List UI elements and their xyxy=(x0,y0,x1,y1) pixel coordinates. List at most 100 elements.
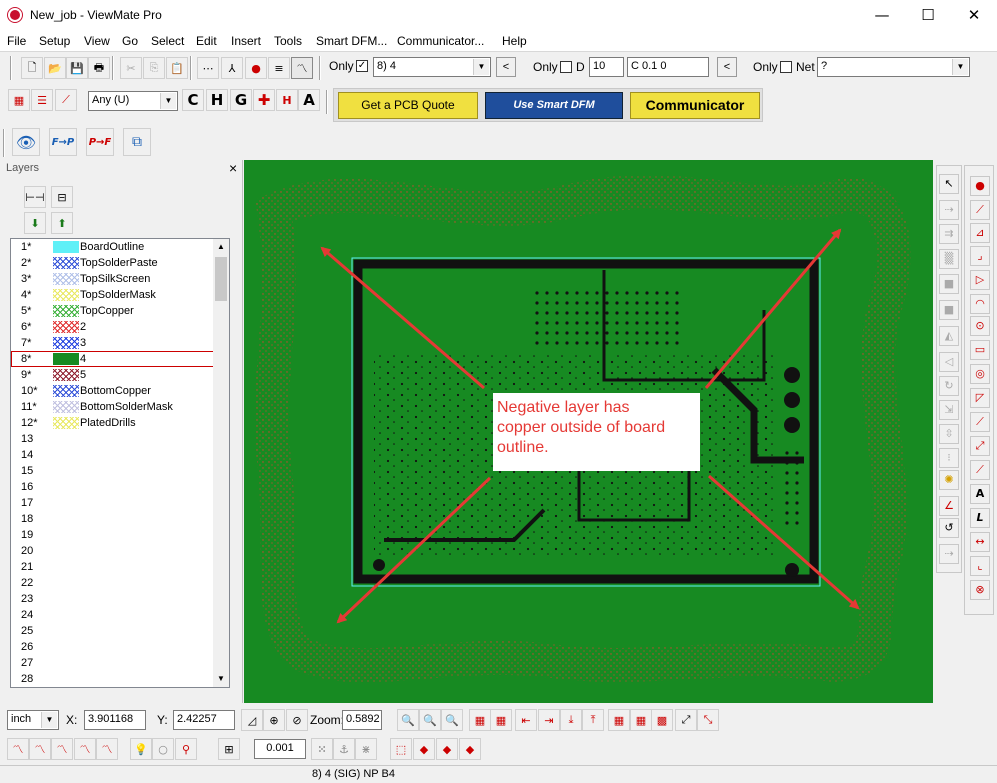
polyline-icon[interactable]: ⊿ xyxy=(970,223,990,243)
grid-icon-5[interactable]: ▩ xyxy=(651,709,673,731)
layer-row[interactable]: 24 xyxy=(11,607,215,623)
cross-grid-icon[interactable]: ⋇ xyxy=(355,738,377,760)
fit-icon[interactable]: ⤢ xyxy=(675,709,697,731)
type-select[interactable]: Any (U) ▼ xyxy=(88,91,178,111)
prev-layer-button[interactable]: < xyxy=(496,57,516,77)
layer-row[interactable]: 14 xyxy=(11,447,215,463)
tool-icon-2[interactable]: ⇢ xyxy=(939,200,959,220)
pan-up-icon[interactable]: ⤒ xyxy=(582,709,604,731)
corner-grid-icon-3[interactable]: ◆ xyxy=(436,738,458,760)
layer-color-swatch[interactable] xyxy=(53,401,79,413)
flip-icon[interactable]: ◁ xyxy=(939,352,959,372)
menu-setup[interactable]: Setup xyxy=(39,34,70,48)
only3-checkbox[interactable] xyxy=(780,61,792,73)
net-select[interactable]: ? ▼ xyxy=(817,57,970,77)
crosshair-icon[interactable]: ⊕ xyxy=(263,709,285,731)
only-checkbox[interactable]: ✓ xyxy=(356,60,368,72)
menu-tools[interactable]: Tools xyxy=(274,34,302,48)
probe-icon[interactable]: ⚲ xyxy=(175,738,197,760)
undo-icon[interactable]: ↺ xyxy=(939,518,959,538)
layer-color-swatch[interactable] xyxy=(53,353,79,365)
d-input[interactable]: 10 xyxy=(589,57,624,77)
tool-icon-11[interactable]: ⇳ xyxy=(939,424,959,444)
layer-row[interactable]: 12* PlatedDrills xyxy=(11,415,215,431)
layer-row[interactable]: 2* TopSolderPaste xyxy=(11,255,215,271)
arrow-line-icon[interactable]: ⟋ xyxy=(970,460,990,480)
move-up-icon[interactable]: ⬆ xyxy=(51,212,73,234)
display-icon-5[interactable]: 〽 xyxy=(96,738,118,760)
menu-view[interactable]: View xyxy=(84,34,110,48)
coord-input[interactable]: C 0.1 0 xyxy=(627,57,709,77)
line-icon[interactable]: ⟋ xyxy=(970,200,990,220)
layer-row[interactable]: 8* 4 xyxy=(11,351,215,367)
pan-left-icon[interactable]: ⇤ xyxy=(515,709,537,731)
anchor-icon[interactable]: ⚓ xyxy=(333,738,355,760)
cross-tool-icon[interactable]: ✚ xyxy=(253,89,275,111)
a-tool-icon[interactable]: A xyxy=(298,89,320,111)
eye-icon[interactable]: 👁 xyxy=(12,128,40,156)
angle-measure-icon[interactable]: ◿ xyxy=(241,709,263,731)
tool-icon-4[interactable]: ▒ xyxy=(939,249,959,269)
zoom-out-icon[interactable]: 🔍 xyxy=(441,709,463,731)
minimize-button[interactable]: — xyxy=(859,0,905,31)
graph-tool-icon[interactable]: 〽 xyxy=(291,57,313,79)
print-icon[interactable]: 🖶 xyxy=(88,57,110,79)
corner-grid-icon-1[interactable]: ⬚ xyxy=(390,738,412,760)
smart-dfm-button[interactable]: Use Smart DFM xyxy=(485,92,623,119)
menu-smart-dfm[interactable]: Smart DFM... xyxy=(316,34,387,48)
h-tool-icon[interactable]: H xyxy=(206,89,228,111)
line-tool-icon[interactable]: ⟋ xyxy=(55,89,77,111)
collapse-layers-icon[interactable]: ⊟ xyxy=(51,186,73,208)
scroll-thumb[interactable] xyxy=(215,257,227,301)
layer-row[interactable]: 28 xyxy=(11,671,215,687)
paste-icon[interactable]: 📋 xyxy=(166,57,188,79)
layer-row[interactable]: 21 xyxy=(11,559,215,575)
burst-icon[interactable]: ✺ xyxy=(939,470,959,490)
communicator-button[interactable]: Communicator xyxy=(630,92,760,119)
cut-icon[interactable]: ✂ xyxy=(120,57,142,79)
corner-grid-icon-2[interactable]: ◆ xyxy=(413,738,435,760)
layer-list-scrollbar[interactable]: ▲ ▼ xyxy=(213,239,229,687)
pan-right-icon[interactable]: ⇥ xyxy=(538,709,560,731)
dimension-icon[interactable]: ↔ xyxy=(970,532,990,552)
corner-grid-icon-4[interactable]: ◆ xyxy=(459,738,481,760)
angle-icon[interactable]: ∠ xyxy=(939,496,959,516)
new-file-icon[interactable]: 🗋 xyxy=(21,57,43,79)
grid-icon-3[interactable]: ▦ xyxy=(608,709,630,731)
menu-help[interactable]: Help xyxy=(502,34,527,48)
rotate-icon[interactable]: ↻ xyxy=(939,376,959,396)
pad-icon[interactable]: ◎ xyxy=(970,364,990,384)
layer-row[interactable]: 13 xyxy=(11,431,215,447)
fit-board-icon[interactable]: ⤡ xyxy=(697,709,719,731)
display-icon-4[interactable]: 〽 xyxy=(74,738,96,760)
zoom-value[interactable]: 0.5892 xyxy=(342,710,382,730)
bulb-on-icon[interactable]: 💡 xyxy=(130,738,152,760)
pad-flash-icon[interactable]: P→F xyxy=(86,128,114,156)
scroll-down-icon[interactable]: ▼ xyxy=(214,671,228,687)
only2-checkbox[interactable] xyxy=(560,61,572,73)
layer-color-swatch[interactable] xyxy=(53,321,79,333)
tool-icon-6[interactable]: ■ xyxy=(939,300,959,320)
slash-icon[interactable]: ⟋ xyxy=(970,412,990,432)
highlight-tool-icon[interactable]: ⋯ xyxy=(197,57,219,79)
layer-row[interactable]: 23 xyxy=(11,591,215,607)
menu-edit[interactable]: Edit xyxy=(196,34,217,48)
layer-row[interactable]: 27 xyxy=(11,655,215,671)
layer-row[interactable]: 15 xyxy=(11,463,215,479)
save-icon[interactable]: 💾 xyxy=(66,57,88,79)
layer-color-swatch[interactable] xyxy=(53,417,79,429)
corner-icon[interactable]: ⌟ xyxy=(970,246,990,266)
layer-row[interactable]: 4* TopSolderMask xyxy=(11,287,215,303)
layer-tool-icon[interactable]: ▦ xyxy=(8,89,30,111)
layer-row[interactable]: 20 xyxy=(11,543,215,559)
close-button[interactable]: ✕ xyxy=(951,0,997,31)
delete-icon[interactable]: ⊗ xyxy=(970,580,990,600)
layer-row[interactable]: 11* BottomSolderMask xyxy=(11,399,215,415)
menu-insert[interactable]: Insert xyxy=(231,34,261,48)
menu-communicator[interactable]: Communicator... xyxy=(397,34,484,48)
layer-color-swatch[interactable] xyxy=(53,289,79,301)
layer-row[interactable]: 1* BoardOutline xyxy=(11,239,215,255)
layer-row[interactable]: 18 xyxy=(11,511,215,527)
layer-list[interactable]: 1* BoardOutline 2* TopSolderPaste 3* TopSilkS… xyxy=(10,238,230,688)
layer-row[interactable]: 25 xyxy=(11,623,215,639)
